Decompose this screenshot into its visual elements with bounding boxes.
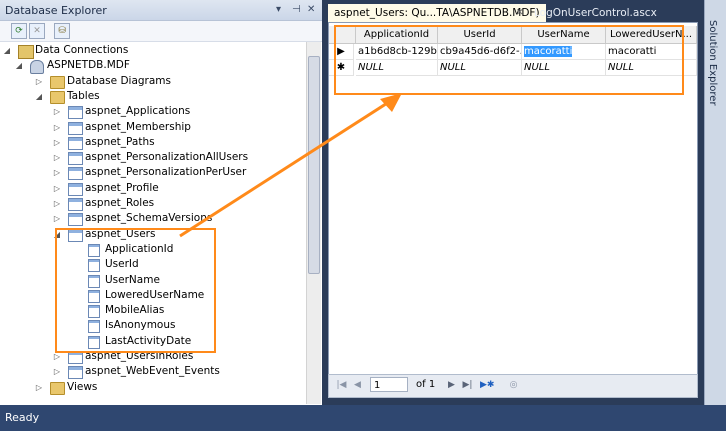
annotation-arrow [179, 93, 402, 238]
